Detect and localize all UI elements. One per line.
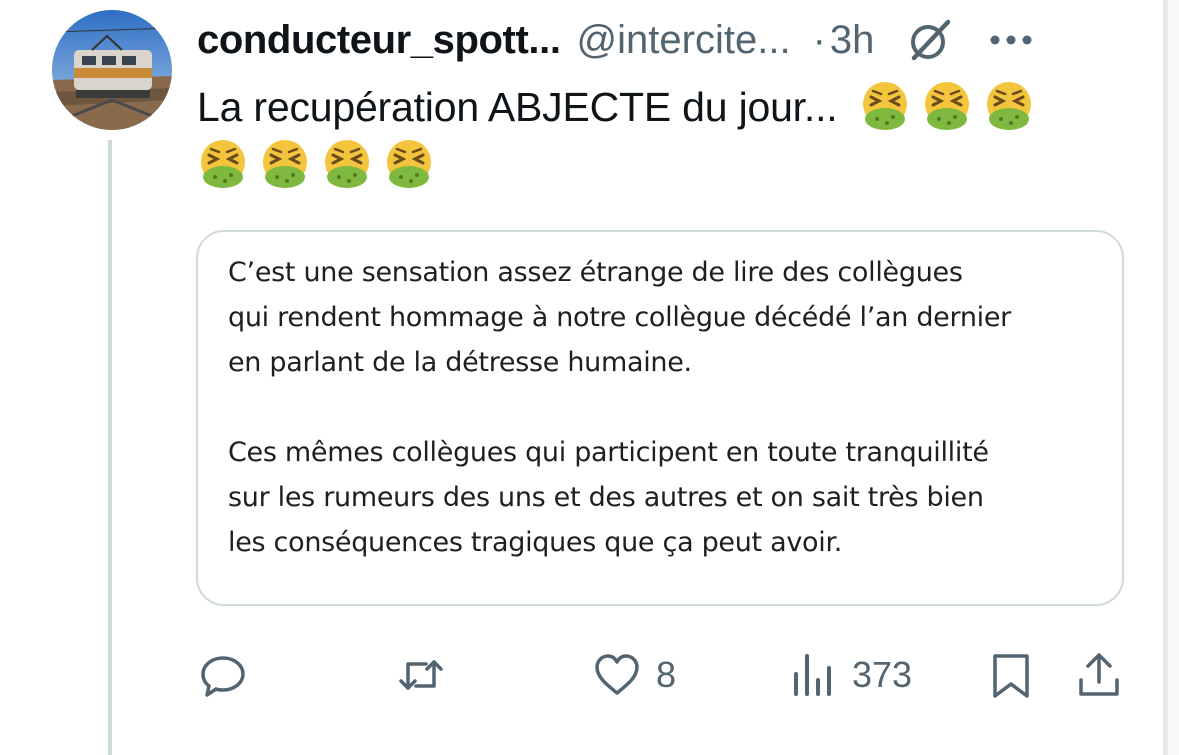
views-count: 373 <box>852 654 913 695</box>
share-button[interactable] <box>1074 640 1124 710</box>
quoted-image-card[interactable]: C’est une sensation assez étrange de lir… <box>196 230 1124 606</box>
train-photo-avatar-icon <box>52 10 172 130</box>
bookmark-button[interactable] <box>986 640 1036 710</box>
face-vomiting-icon <box>197 137 249 189</box>
face-vomiting-icon <box>383 137 435 189</box>
face-vomiting-icon <box>921 79 973 131</box>
more-options-icon[interactable] <box>988 33 1034 47</box>
tweet-header: conducteur_spott... @intercite... · 3h <box>197 14 1034 66</box>
grok-icon[interactable] <box>908 18 952 62</box>
views-icon <box>794 654 831 696</box>
avatar[interactable] <box>52 10 172 130</box>
handle[interactable]: @intercite... <box>577 18 791 63</box>
quoted-text: C’est une sensation assez étrange de lir… <box>228 250 1108 565</box>
share-icon <box>1079 653 1119 696</box>
action-bar: 8 373 <box>0 640 1179 710</box>
tweet-body: La recupération ABJECTE du jour... <box>197 84 838 130</box>
quoted-paragraph-1: C’est une sensation assez étrange de lir… <box>228 257 1011 378</box>
quoted-paragraph-2: Ces mêmes collègues qui participent en t… <box>228 437 989 558</box>
face-vomiting-icon <box>983 79 1035 131</box>
separator-dot: · <box>812 17 826 62</box>
reply-button[interactable] <box>198 640 248 710</box>
like-button[interactable]: 8 <box>592 640 676 710</box>
heart-icon <box>595 654 639 695</box>
display-name[interactable]: conducteur_spott... <box>197 18 561 63</box>
face-vomiting-icon <box>259 137 311 189</box>
face-vomiting-icon <box>859 79 911 131</box>
retweet-button[interactable] <box>396 640 446 710</box>
like-count: 8 <box>656 654 677 695</box>
bookmark-icon <box>993 654 1029 698</box>
reply-icon <box>201 656 245 697</box>
face-vomiting-icon <box>321 137 373 189</box>
timestamp[interactable]: 3h <box>830 18 875 63</box>
views-button[interactable]: 373 <box>788 640 912 710</box>
retweet-icon <box>399 660 443 690</box>
tweet-text: La recupération ABJECTE du jour... <box>197 78 1097 194</box>
